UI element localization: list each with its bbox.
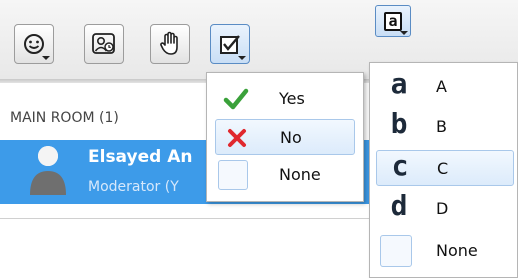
smiley-icon	[24, 34, 44, 54]
letter-item-a[interactable]: a A	[376, 67, 514, 105]
letter-item-c[interactable]: c C	[376, 149, 514, 186]
letter-c-icon: c	[391, 149, 409, 182]
menu-item-label: None	[279, 165, 321, 184]
letter-item-label: A	[436, 77, 447, 96]
chevron-down-icon	[42, 56, 50, 60]
letter-poll-button[interactable]: a	[375, 5, 411, 37]
chevron-down-icon	[238, 56, 246, 60]
checkmark-icon	[215, 81, 257, 117]
cross-icon	[216, 120, 258, 156]
letter-item-b[interactable]: b B	[376, 107, 514, 145]
letter-a-icon: a	[390, 67, 408, 100]
user-role: Moderator (Y	[88, 179, 179, 195]
menu-item-label: Yes	[279, 89, 305, 108]
room-panel-edge	[0, 218, 369, 219]
menu-item-label: No	[280, 128, 302, 147]
letter-menu: a A b B c C d D None	[369, 62, 518, 278]
letter-item-label: D	[436, 199, 449, 218]
raise-hand-icon	[160, 31, 178, 55]
letter-item-label: C	[437, 159, 449, 178]
chevron-down-icon	[400, 31, 408, 35]
letter-poll-icon: a	[384, 11, 402, 31]
user-name: Elsayed An	[88, 147, 193, 167]
letter-item-label: None	[436, 241, 478, 260]
checkbox-poll-icon	[220, 35, 240, 54]
letter-item-none[interactable]: None	[376, 233, 514, 269]
empty-box-icon	[380, 235, 412, 267]
raise-hand-button[interactable]	[150, 24, 190, 64]
yes-no-poll-button[interactable]	[210, 24, 250, 64]
avatar	[30, 146, 66, 195]
letter-b-icon: b	[390, 107, 408, 140]
menu-item-none[interactable]: None	[215, 157, 355, 193]
emoticon-button[interactable]	[14, 24, 54, 64]
away-status-button[interactable]	[84, 24, 124, 64]
yes-no-menu: Yes No None	[206, 72, 364, 202]
menu-item-no[interactable]: No	[215, 119, 355, 155]
letter-item-d[interactable]: d D	[376, 189, 514, 227]
letter-item-label: B	[436, 117, 447, 136]
user-clock-icon	[92, 33, 115, 54]
room-title: MAIN ROOM (1)	[10, 110, 119, 126]
menu-item-yes[interactable]: Yes	[215, 81, 355, 117]
empty-box-icon	[218, 160, 248, 190]
letter-d-icon: d	[390, 189, 408, 222]
